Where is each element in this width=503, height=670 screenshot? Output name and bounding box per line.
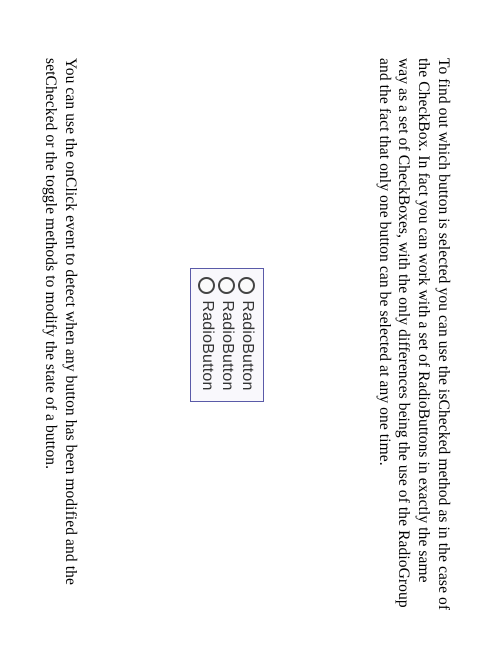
radio-circle-icon (198, 277, 215, 294)
radio-circle-icon (218, 277, 235, 294)
radio-circle-icon (238, 277, 255, 294)
radio-item[interactable]: RadioButton (198, 277, 216, 390)
radio-item[interactable]: RadioButton (238, 277, 256, 390)
radio-label: RadioButton (218, 300, 236, 390)
radio-group: RadioButton RadioButton RadioButton (190, 268, 264, 401)
paragraph-top: To find out which button is selected you… (374, 58, 453, 612)
figure-wrap: RadioButton RadioButton RadioButton (80, 58, 374, 612)
radio-item[interactable]: RadioButton (218, 277, 236, 390)
radio-label: RadioButton (198, 300, 216, 390)
radio-label: RadioButton (238, 300, 256, 390)
paragraph-bottom: You can use the onClick event to detect … (40, 58, 80, 612)
page-content: To find out which button is selected you… (0, 0, 503, 670)
